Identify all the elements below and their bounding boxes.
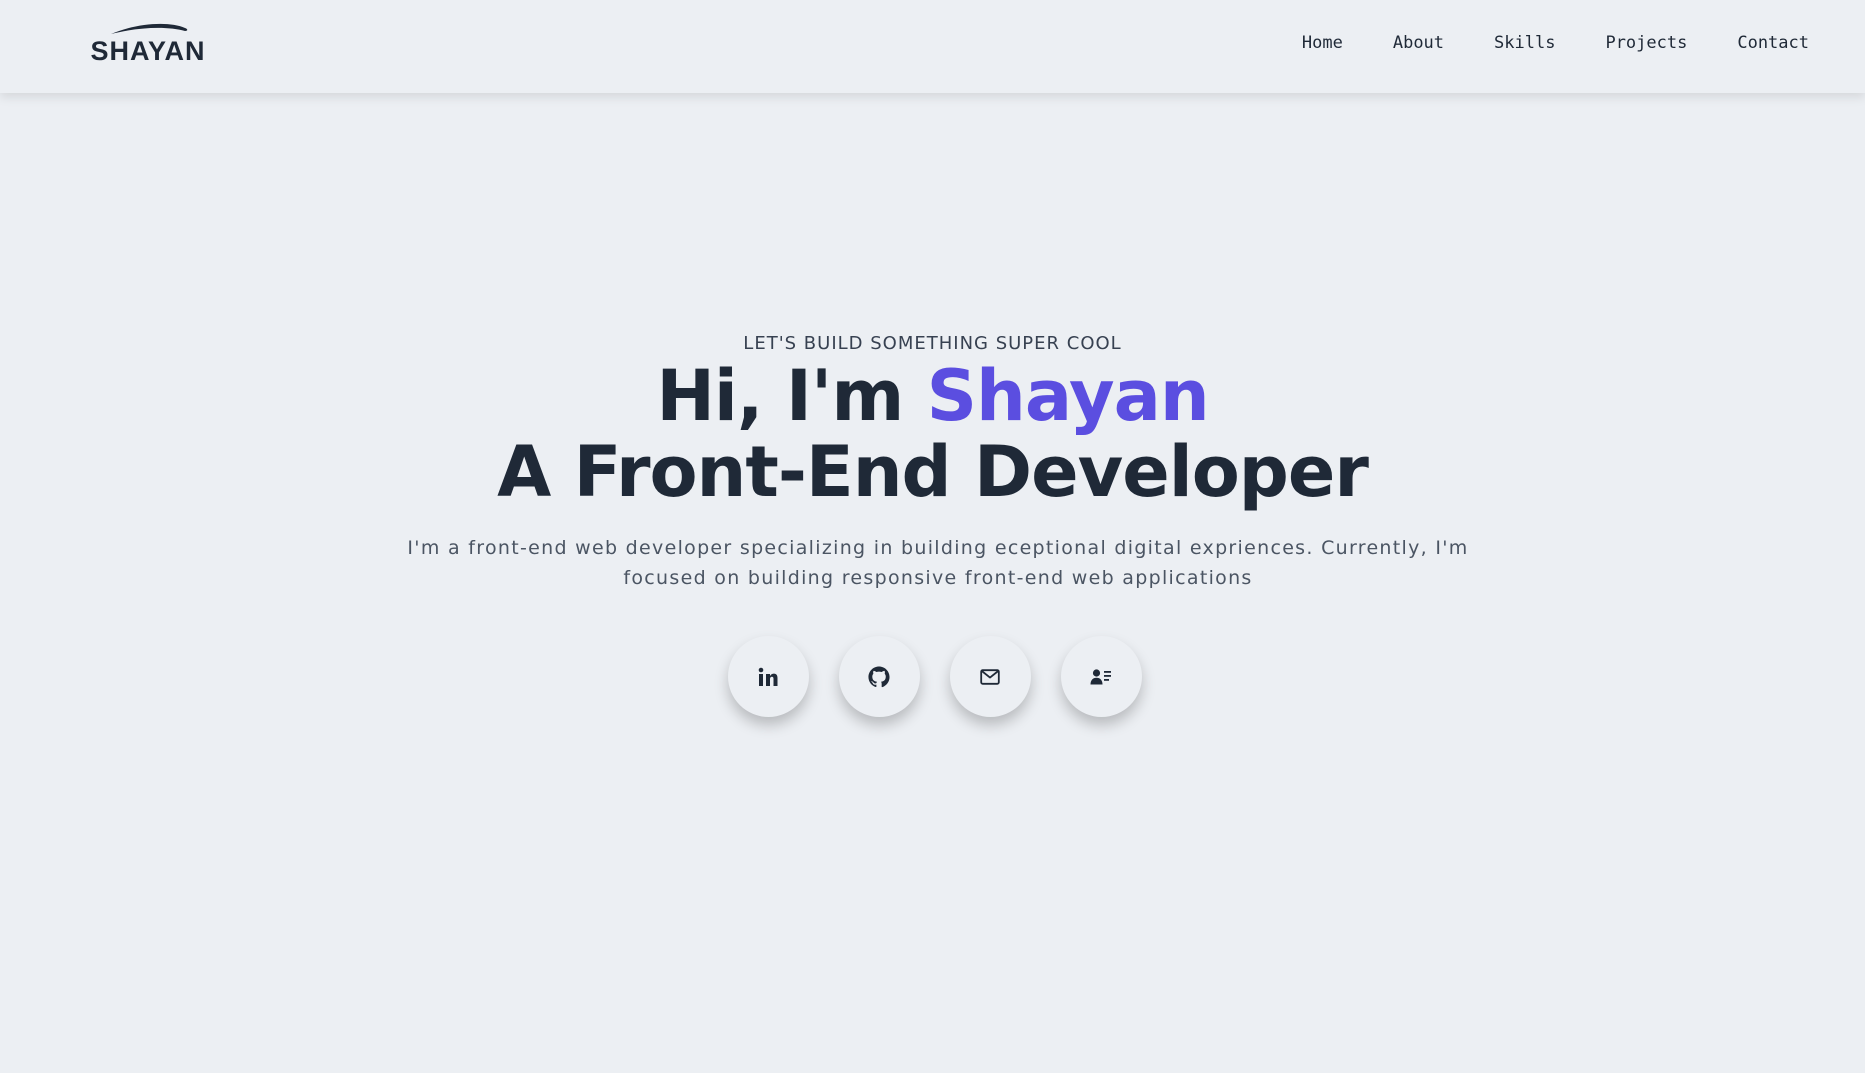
- nav-link-contact[interactable]: Contact: [1737, 33, 1809, 53]
- nav-link-skills[interactable]: Skills: [1494, 33, 1555, 53]
- nav-item-skills: Skills: [1494, 33, 1555, 53]
- social-links: [0, 636, 1865, 717]
- nav-link-projects[interactable]: Projects: [1605, 33, 1687, 53]
- nav-link-about[interactable]: About: [1393, 33, 1444, 53]
- email-button[interactable]: [949, 636, 1031, 717]
- logo[interactable]: SHAYAN: [77, 22, 219, 64]
- contact-card-icon: [1090, 668, 1111, 684]
- svg-text:SHAYAN: SHAYAN: [90, 36, 205, 64]
- linkedin-button[interactable]: [727, 636, 809, 717]
- github-button[interactable]: [838, 636, 920, 717]
- hero-description: I'm a front-end web developer specializi…: [407, 537, 1469, 589]
- greeting-prefix: Hi, I'm: [656, 355, 927, 437]
- linkedin-icon: [758, 667, 778, 686]
- nav-item-contact: Contact: [1737, 33, 1809, 53]
- nav-item-about: About: [1393, 33, 1444, 53]
- nav-link-home[interactable]: Home: [1302, 33, 1343, 53]
- nav-item-projects: Projects: [1605, 33, 1687, 53]
- hero-role: A Front-End Developer: [497, 431, 1369, 513]
- hero-name: Shayan: [926, 355, 1210, 437]
- logo-mark: SHAYAN: [90, 23, 205, 64]
- hero-headline: Hi, I'm Shayan A Front-End Developer: [0, 358, 1865, 510]
- nav-item-home: Home: [1302, 33, 1343, 53]
- navbar: SHAYAN Home About Skills Projects Contac…: [0, 0, 1865, 93]
- nav-menu: Home About Skills Projects Contact: [1302, 0, 1809, 86]
- mail-icon: [980, 668, 1000, 685]
- hero-eyebrow: LET'S BUILD SOMETHING SUPER COOL: [743, 333, 1122, 354]
- resume-button[interactable]: [1060, 636, 1142, 717]
- github-icon: [868, 665, 890, 687]
